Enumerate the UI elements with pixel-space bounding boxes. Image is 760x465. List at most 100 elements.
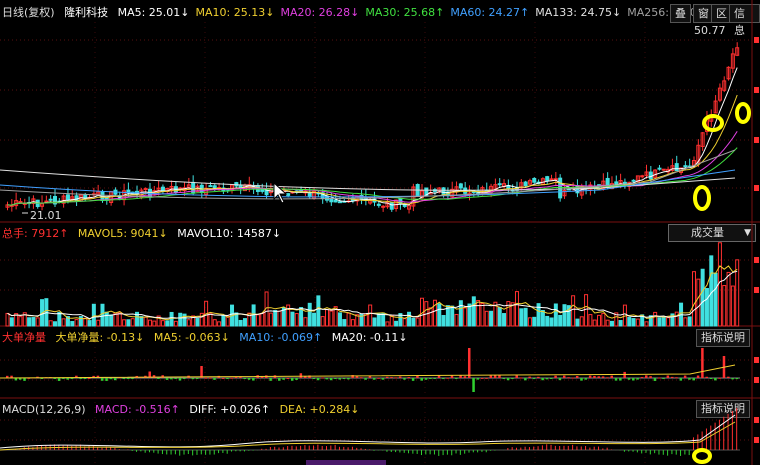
volume-bar <box>368 304 373 327</box>
volume-bar <box>329 310 334 327</box>
volume-bar <box>160 320 165 327</box>
volume-bar <box>692 271 697 327</box>
big-order-bar <box>489 375 493 378</box>
big-order-bar <box>714 378 717 381</box>
volume-bar <box>726 271 731 327</box>
volume-bar <box>571 295 576 327</box>
candle-body <box>631 179 636 182</box>
big-order-bar <box>446 377 449 379</box>
big-order-bar <box>727 376 730 378</box>
volume-bar <box>31 317 36 327</box>
candle-body <box>74 195 79 202</box>
big-order-bar <box>593 375 596 378</box>
stock-chart-canvas[interactable]: 50.77 21.01 <box>0 0 760 465</box>
volume-bar <box>471 296 476 327</box>
big-order-panel[interactable] <box>0 348 740 392</box>
candle-body <box>389 202 394 210</box>
big-order-bar <box>252 378 255 381</box>
volume-bar <box>653 311 658 327</box>
axis-tick <box>754 357 759 363</box>
big-order-bar <box>338 378 341 380</box>
candle-body <box>683 165 688 168</box>
candle-body <box>553 178 558 181</box>
volume-bar <box>609 320 614 327</box>
candle-body <box>44 200 49 203</box>
big-order-bar <box>623 371 626 378</box>
highlight-circle <box>692 448 712 464</box>
big-order-bar <box>709 378 713 379</box>
volume-bar <box>277 310 282 327</box>
price-panel[interactable] <box>0 42 740 214</box>
big-order-bar <box>342 378 346 379</box>
volume-bar <box>152 320 157 327</box>
big-order-bar <box>688 378 691 380</box>
big-order-bar <box>191 378 195 380</box>
big-order-bar <box>588 375 592 378</box>
axis-tick <box>754 185 759 191</box>
volume-bar <box>346 312 351 327</box>
big-order-bar <box>580 378 583 381</box>
volume-bar <box>165 320 170 327</box>
big-order-bar <box>286 377 290 379</box>
big-order-bar <box>269 378 272 381</box>
volume-bar <box>320 316 325 327</box>
big-order-bar <box>636 378 639 380</box>
big-order-bar <box>290 378 294 381</box>
volume-bar <box>143 316 148 327</box>
volume-bar <box>350 319 355 327</box>
big-order-bar <box>88 377 91 379</box>
big-order-bar <box>109 378 113 380</box>
volume-bar <box>661 317 666 327</box>
volume-bar <box>597 314 602 327</box>
big-order-bar <box>411 378 415 381</box>
axis-tick <box>754 137 759 143</box>
big-order-bar <box>295 378 298 380</box>
volume-bar <box>5 312 10 327</box>
big-order-bar <box>70 378 74 379</box>
big-order-bar <box>360 377 363 379</box>
candle-body <box>532 177 537 183</box>
volume-bar <box>96 319 101 327</box>
volume-bar <box>553 303 558 327</box>
axis-tick <box>754 87 759 93</box>
macd-panel[interactable] <box>0 407 740 465</box>
big-order-bar <box>480 377 484 379</box>
volume-bar <box>268 312 273 327</box>
big-order-bar <box>610 375 613 378</box>
big-order-bar <box>174 378 177 379</box>
high-price-label: 50.77 <box>694 24 726 37</box>
candle-body <box>65 194 70 201</box>
candle-body <box>208 185 213 188</box>
volume-bar <box>178 312 183 327</box>
volume-bar <box>74 319 79 327</box>
volume-bar <box>337 312 342 327</box>
big-order-bar <box>377 377 380 379</box>
volume-bar <box>532 316 537 327</box>
axis-tick <box>754 437 759 443</box>
volume-bar <box>402 318 407 327</box>
big-order-bar <box>550 378 553 379</box>
big-order-bar <box>493 375 497 378</box>
big-order-bar <box>131 378 134 379</box>
big-order-bar <box>679 378 683 381</box>
volume-bar <box>299 307 304 327</box>
mavol5-line <box>7 265 738 321</box>
big-order-bar <box>208 377 212 379</box>
big-order-bar <box>627 378 631 380</box>
volume-bar <box>437 303 442 327</box>
volume-bar <box>635 318 640 327</box>
volume-bar <box>575 318 580 327</box>
big-order-bar <box>170 378 173 380</box>
big-order-bar <box>385 376 389 378</box>
highlight-circle <box>693 185 711 211</box>
big-order-bar <box>455 378 458 379</box>
volume-bar <box>212 319 217 327</box>
big-order-bar <box>606 377 609 379</box>
candle-body <box>497 183 502 186</box>
big-order-bar <box>57 378 61 381</box>
candle-body <box>549 178 554 181</box>
volume-bar <box>709 255 714 327</box>
volume-bar <box>342 319 347 327</box>
volume-panel[interactable] <box>5 242 740 327</box>
big-order-bar <box>398 376 402 378</box>
